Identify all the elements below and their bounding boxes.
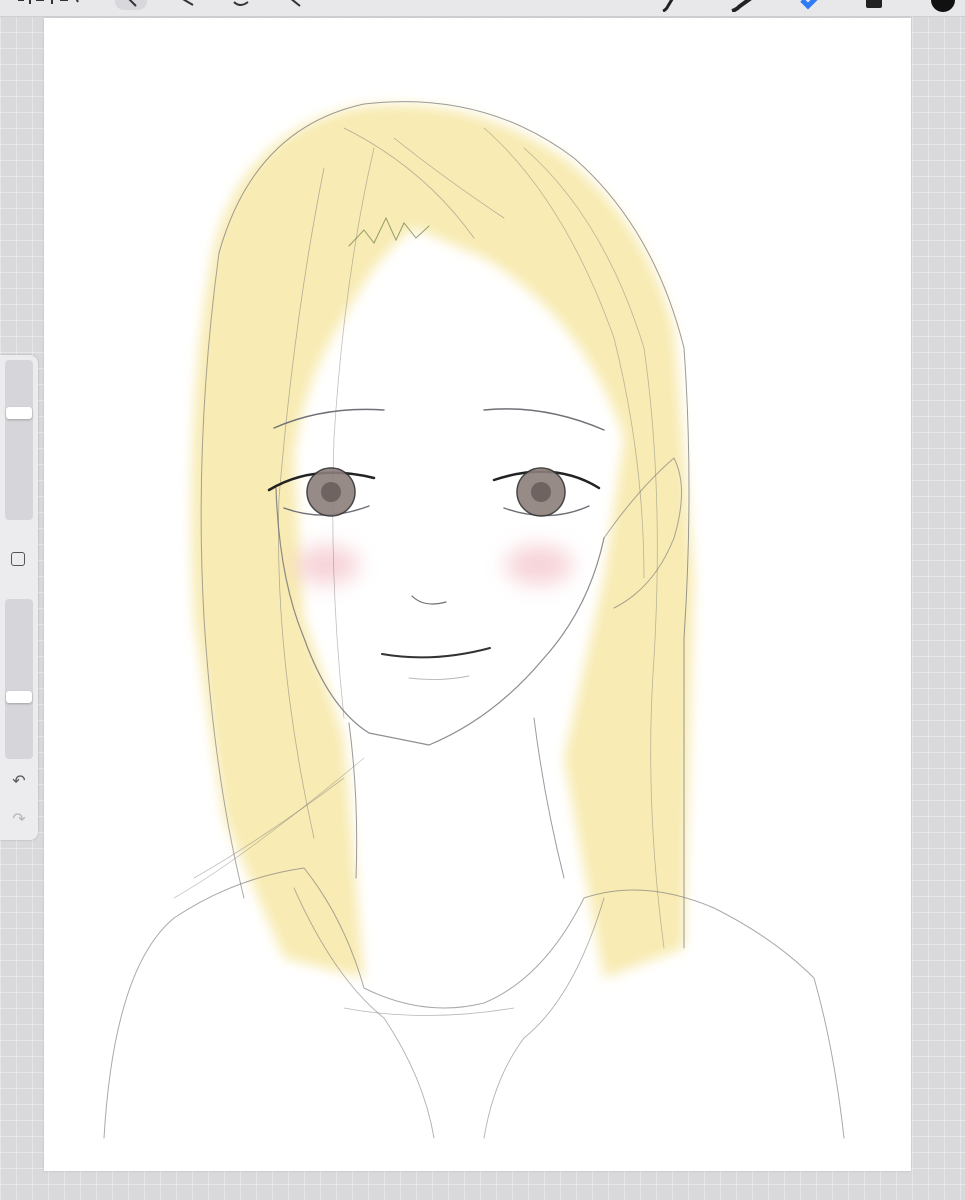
hair-fill xyxy=(191,104,694,979)
opacity-slider[interactable] xyxy=(5,599,33,759)
gallery-icon[interactable] xyxy=(16,0,82,12)
eyes xyxy=(306,467,566,517)
portrait-sketch xyxy=(103,101,845,1139)
color-icon[interactable] xyxy=(931,0,955,12)
wrench-icon[interactable] xyxy=(124,0,140,12)
magic-wand-icon[interactable] xyxy=(178,0,198,12)
top-toolbar xyxy=(0,0,965,17)
layers-icon[interactable] xyxy=(862,0,886,12)
left-blush xyxy=(295,545,359,585)
brush-size-thumb[interactable] xyxy=(6,407,32,419)
brush-icon[interactable] xyxy=(660,0,680,12)
redo-icon[interactable]: ↷ xyxy=(9,810,29,830)
transform-icon[interactable] xyxy=(286,0,306,12)
selection-icon[interactable] xyxy=(232,0,252,12)
eraser-icon[interactable] xyxy=(796,0,820,12)
square-icon[interactable] xyxy=(11,552,25,566)
drawing-canvas[interactable] xyxy=(44,18,911,1171)
brush-sidebar: ↶ ↷ xyxy=(0,355,38,840)
opacity-thumb[interactable] xyxy=(6,691,32,703)
right-blush xyxy=(505,545,573,585)
brush-size-slider[interactable] xyxy=(5,360,33,520)
smudge-icon[interactable] xyxy=(730,0,758,12)
undo-icon[interactable]: ↶ xyxy=(9,772,29,792)
